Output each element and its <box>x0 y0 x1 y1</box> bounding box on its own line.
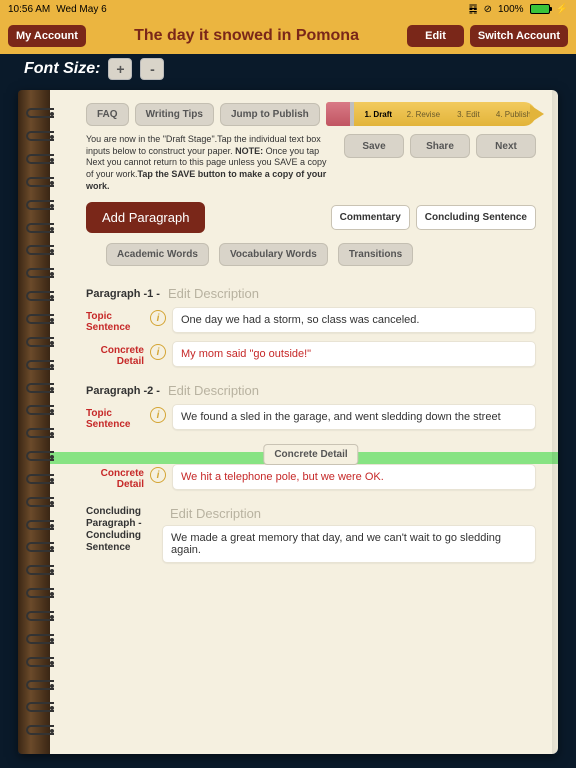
share-button[interactable]: Share <box>410 134 470 158</box>
commentary-button[interactable]: Commentary <box>331 205 410 230</box>
font-decrease-button[interactable]: - <box>140 58 164 80</box>
battery-percent: 100% <box>498 4 524 15</box>
status-date: Wed May 6 <box>56 4 106 15</box>
p2-detail-input[interactable]: We hit a telephone pole, but we were OK. <box>172 464 536 490</box>
font-size-label: Font Size: <box>24 60 100 78</box>
info-icon[interactable]: i <box>150 344 166 360</box>
edit-description-2[interactable]: Edit Description <box>168 383 259 398</box>
help-text: You are now in the "Draft Stage".Tap the… <box>86 134 336 192</box>
paragraph-2-title: Paragraph -2 - <box>86 385 160 397</box>
info-icon[interactable]: i <box>150 310 166 326</box>
add-paragraph-button[interactable]: Add Paragraph <box>86 202 205 233</box>
p2-topic-input[interactable]: We found a sled in the garage, and went … <box>172 404 536 430</box>
p1-topic-input[interactable]: One day we had a storm, so class was can… <box>172 307 536 333</box>
edit-description-concl[interactable]: Edit Description <box>170 506 536 521</box>
status-time: 10:56 AM <box>8 4 50 15</box>
paragraph-1-title: Paragraph -1 - <box>86 288 160 300</box>
stage-publish[interactable]: 4. Publish <box>491 110 536 119</box>
my-account-button[interactable]: My Account <box>8 25 86 47</box>
concrete-detail-label: Concrete Detail <box>86 464 144 490</box>
stage-edit[interactable]: 3. Edit <box>446 110 491 119</box>
concluding-label: Concluding Paragraph - Concluding Senten… <box>86 506 156 554</box>
orientation-lock-icon: ⊘ <box>484 4 492 15</box>
concluding-paragraph: Concluding Paragraph - Concluding Senten… <box>86 506 536 563</box>
notebook-page: FAQ Writing Tips Jump to Publish 1. Draf… <box>50 90 558 754</box>
font-size-row: Font Size: + - <box>0 54 576 84</box>
spiral-binding <box>26 90 54 754</box>
status-bar: 10:56 AM Wed May 6 ䷿ ⊘ 100% ⚡ <box>0 0 576 18</box>
concrete-detail-drag-label[interactable]: Concrete Detail <box>263 444 358 465</box>
notebook: FAQ Writing Tips Jump to Publish 1. Draf… <box>18 90 558 754</box>
switch-account-button[interactable]: Switch Account <box>470 25 568 47</box>
charging-icon: ⚡ <box>556 4 568 15</box>
page-title: The day it snowed in Pomona <box>134 27 359 45</box>
battery-icon <box>530 4 550 14</box>
paragraph-1: Paragraph -1 - Edit Description Topic Se… <box>86 286 536 367</box>
concluding-sentence-button[interactable]: Concluding Sentence <box>416 205 536 230</box>
writing-tips-button[interactable]: Writing Tips <box>135 103 214 126</box>
edit-description-1[interactable]: Edit Description <box>168 286 259 301</box>
jump-to-publish-button[interactable]: Jump to Publish <box>220 103 320 126</box>
wifi-icon: ䷿ <box>469 4 478 15</box>
p1-detail-input[interactable]: My mom said "go outside!" <box>172 341 536 367</box>
header-bar: My Account The day it snowed in Pomona E… <box>0 18 576 54</box>
academic-words-button[interactable]: Academic Words <box>106 243 209 266</box>
topic-sentence-label: Topic Sentence <box>86 307 144 333</box>
transitions-button[interactable]: Transitions <box>338 243 413 266</box>
info-icon[interactable]: i <box>150 407 166 423</box>
concrete-detail-label: Concrete Detail <box>86 341 144 367</box>
font-increase-button[interactable]: + <box>108 58 132 80</box>
save-button[interactable]: Save <box>344 134 404 158</box>
stage-revise[interactable]: 2. Revise <box>401 110 446 119</box>
stage-draft[interactable]: 1. Draft <box>356 110 401 119</box>
paragraph-2: Paragraph -2 - Edit Description Topic Se… <box>86 383 536 490</box>
topic-sentence-label: Topic Sentence <box>86 404 144 430</box>
edit-button[interactable]: Edit <box>407 25 464 47</box>
faq-button[interactable]: FAQ <box>86 103 129 126</box>
concluding-input[interactable]: We made a great memory that day, and we … <box>162 525 536 563</box>
vocabulary-words-button[interactable]: Vocabulary Words <box>219 243 328 266</box>
stage-pencil: 1. Draft 2. Revise 3. Edit 4. Publish <box>326 102 536 126</box>
next-button[interactable]: Next <box>476 134 536 158</box>
info-icon[interactable]: i <box>150 467 166 483</box>
